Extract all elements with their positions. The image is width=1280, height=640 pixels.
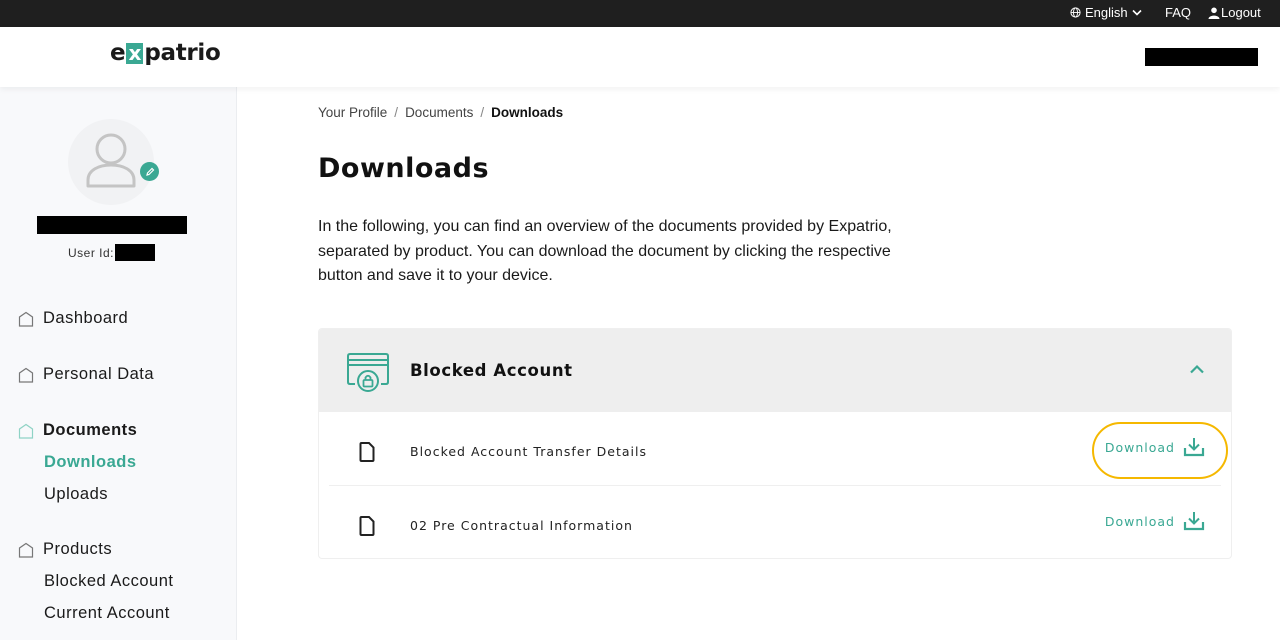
- globe-icon: [1070, 7, 1081, 18]
- logo-text-suffix: patrio: [144, 40, 221, 66]
- sidebar-item-current-account[interactable]: Current Account: [44, 604, 170, 623]
- breadcrumb-downloads: Downloads: [491, 105, 564, 120]
- blocked-account-card-lock-icon: [347, 353, 389, 392]
- document-row: 02 Pre Contractual Information Download: [329, 485, 1221, 558]
- user-icon: [1208, 7, 1220, 19]
- download-button[interactable]: Download: [1105, 437, 1205, 457]
- sidebar-item-products[interactable]: Products: [18, 540, 112, 559]
- sidebar: User Id: Dashboard Personal Data Documen…: [0, 87, 237, 640]
- chevron-down-icon: [1132, 9, 1142, 16]
- expatrio-logo[interactable]: e x patrio: [110, 40, 221, 66]
- sidebar-item-blocked-account[interactable]: Blocked Account: [44, 572, 174, 591]
- sidebar-item-documents[interactable]: Documents: [18, 421, 137, 440]
- file-icon: [359, 442, 375, 462]
- header: e x patrio: [0, 27, 1280, 87]
- breadcrumb-documents[interactable]: Documents: [405, 105, 473, 120]
- document-row: Blocked Account Transfer Details Downloa…: [329, 412, 1221, 485]
- user-id: User Id:: [68, 244, 156, 261]
- top-bar: English FAQ Logout: [0, 0, 1280, 27]
- sidebar-item-label: Documents: [43, 421, 138, 439]
- logo-x-mark: x: [126, 42, 144, 64]
- home-icon: [18, 423, 34, 439]
- download-icon: [1183, 512, 1205, 531]
- sidebar-item-label: Dashboard: [43, 309, 129, 327]
- page-intro: In the following, you can find an overvi…: [318, 218, 892, 284]
- home-icon: [18, 311, 34, 327]
- redacted-user-name-header: [1145, 48, 1258, 66]
- pencil-icon: [145, 167, 154, 176]
- download-label: Download: [1104, 513, 1175, 529]
- redacted-user-name: [37, 216, 187, 234]
- document-name: 02 Pre Contractual Information: [410, 518, 633, 533]
- faq-label: FAQ: [1165, 5, 1192, 20]
- breadcrumb-separator: /: [480, 105, 485, 120]
- sidebar-item-downloads[interactable]: Downloads: [44, 453, 137, 472]
- document-name: Blocked Account Transfer Details: [410, 444, 647, 459]
- breadcrumb-your-profile[interactable]: Your Profile: [318, 105, 387, 120]
- sidebar-item-label: Personal Data: [43, 365, 155, 383]
- sidebar-item-label: Products: [43, 540, 113, 558]
- logout-link[interactable]: Logout: [1208, 5, 1261, 20]
- user-placeholder-icon: [86, 133, 136, 188]
- logout-label: Logout: [1221, 5, 1261, 20]
- user-id-label: User Id:: [68, 245, 115, 260]
- breadcrumb: Your Profile / Documents / Downloads: [318, 105, 563, 120]
- sidebar-item-dashboard[interactable]: Dashboard: [18, 309, 128, 328]
- product-panel-blocked-account: Blocked Account Blocked Account Transfer…: [318, 328, 1232, 559]
- file-icon: [359, 516, 375, 536]
- edit-avatar-button[interactable]: [140, 162, 159, 181]
- chevron-up-icon[interactable]: [1189, 364, 1205, 374]
- page-title: Downloads: [318, 153, 490, 184]
- logo-text-prefix: e: [110, 40, 126, 66]
- home-icon: [18, 542, 34, 558]
- home-icon: [18, 367, 34, 383]
- sidebar-item-uploads[interactable]: Uploads: [44, 485, 108, 504]
- sidebar-item-personal-data[interactable]: Personal Data: [18, 365, 154, 384]
- language-label: English: [1085, 5, 1128, 20]
- language-selector[interactable]: English: [1070, 5, 1142, 20]
- faq-link[interactable]: FAQ: [1165, 5, 1191, 20]
- redacted-user-id: [115, 244, 156, 261]
- download-label: Download: [1104, 439, 1175, 455]
- panel-title: Blocked Account: [410, 361, 573, 380]
- breadcrumb-separator: /: [394, 105, 399, 120]
- download-button[interactable]: Download: [1105, 511, 1205, 531]
- panel-header[interactable]: Blocked Account: [319, 329, 1231, 412]
- download-icon: [1183, 438, 1205, 457]
- avatar: [68, 119, 154, 205]
